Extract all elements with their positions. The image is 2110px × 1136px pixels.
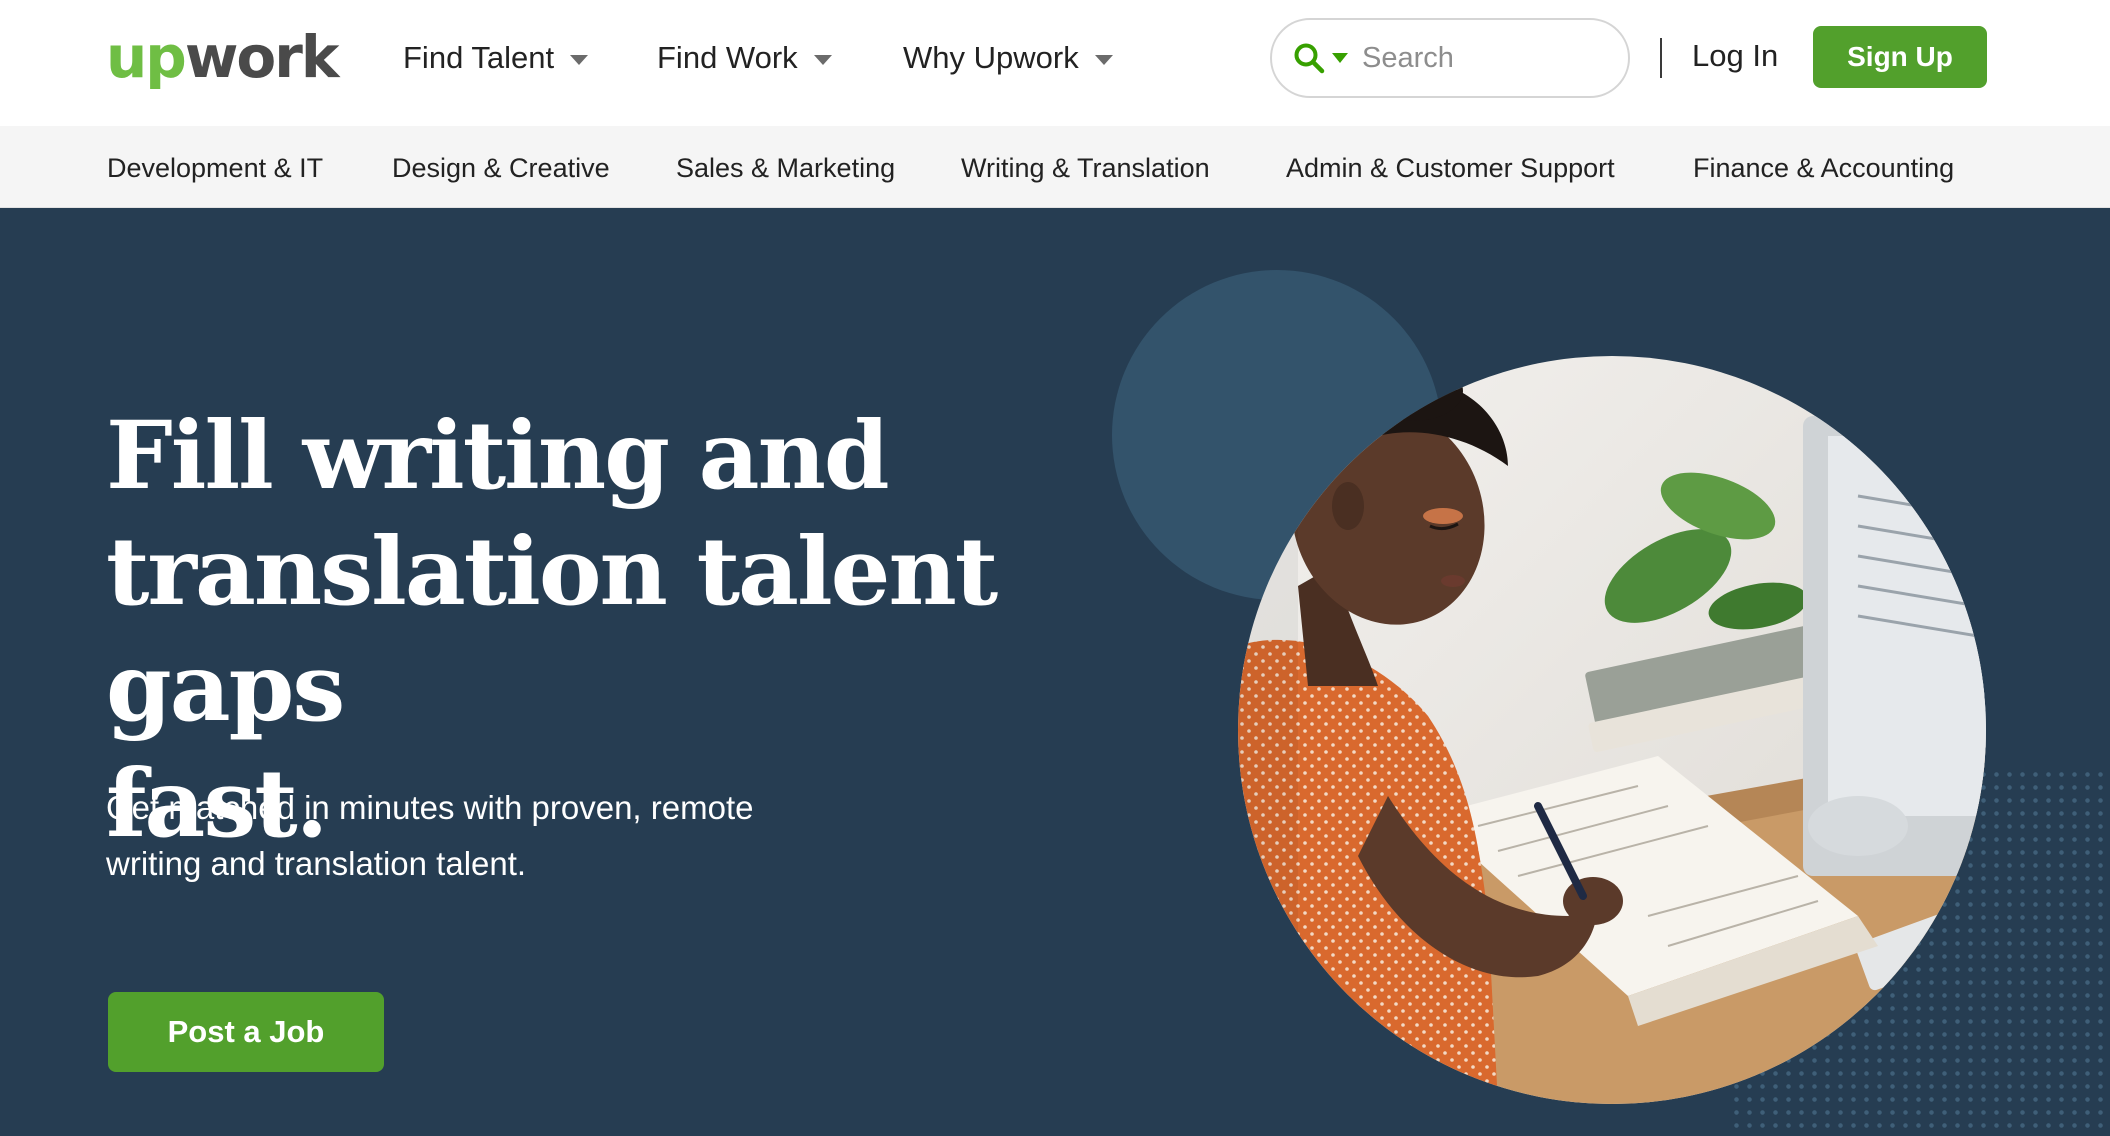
- chevron-down-icon: [813, 55, 832, 65]
- hero-subtext-line-1: Get matched in minutes with proven, remo…: [106, 789, 754, 826]
- logo-up-text: up: [106, 23, 187, 91]
- hero-subtext: Get matched in minutes with proven, remo…: [106, 780, 906, 892]
- category-writing-translation[interactable]: Writing & Translation: [961, 150, 1210, 186]
- hero-photo: [1238, 356, 1986, 1104]
- search-box: [1270, 18, 1630, 98]
- category-sales-marketing[interactable]: Sales & Marketing: [676, 150, 895, 186]
- nav-why-upwork[interactable]: Why Upwork: [903, 38, 1113, 78]
- header-divider: [1660, 38, 1662, 78]
- logo-work-text: work: [184, 23, 340, 91]
- nav-find-talent[interactable]: Find Talent: [403, 38, 589, 78]
- nav-why-upwork-label: Why Upwork: [903, 40, 1079, 75]
- nav-find-work-label: Find Work: [657, 40, 798, 75]
- upwork-logo[interactable]: upwork: [106, 22, 340, 92]
- chevron-down-icon: [570, 55, 589, 65]
- hero-section: Fill writing and translation talent gaps…: [0, 208, 2110, 1136]
- category-admin-customer-support[interactable]: Admin & Customer Support: [1286, 150, 1615, 186]
- search-type-dropdown-icon[interactable]: [1332, 53, 1348, 63]
- hero-headline-line-2: translation talent gaps: [106, 517, 998, 743]
- top-header: upwork Find Talent Find Work Why Upwork …: [0, 0, 2110, 126]
- category-development-it[interactable]: Development & IT: [107, 150, 323, 186]
- category-finance-accounting[interactable]: Finance & Accounting: [1693, 150, 1954, 186]
- signup-button[interactable]: Sign Up: [1813, 26, 1987, 88]
- hero-subtext-line-2: writing and translation talent.: [106, 845, 527, 882]
- search-input[interactable]: [1362, 41, 1602, 75]
- nav-find-talent-label: Find Talent: [403, 40, 555, 75]
- category-bar: Development & IT Design & Creative Sales…: [0, 126, 2110, 208]
- login-link[interactable]: Log In: [1692, 36, 1778, 76]
- nav-find-work[interactable]: Find Work: [657, 38, 832, 78]
- search-icon[interactable]: [1292, 41, 1326, 75]
- post-a-job-button[interactable]: Post a Job: [108, 992, 384, 1072]
- hero-headline-line-1: Fill writing and: [106, 401, 890, 511]
- category-design-creative[interactable]: Design & Creative: [392, 150, 610, 186]
- chevron-down-icon: [1094, 55, 1113, 65]
- woman-writing-illustration: [1238, 356, 1986, 1104]
